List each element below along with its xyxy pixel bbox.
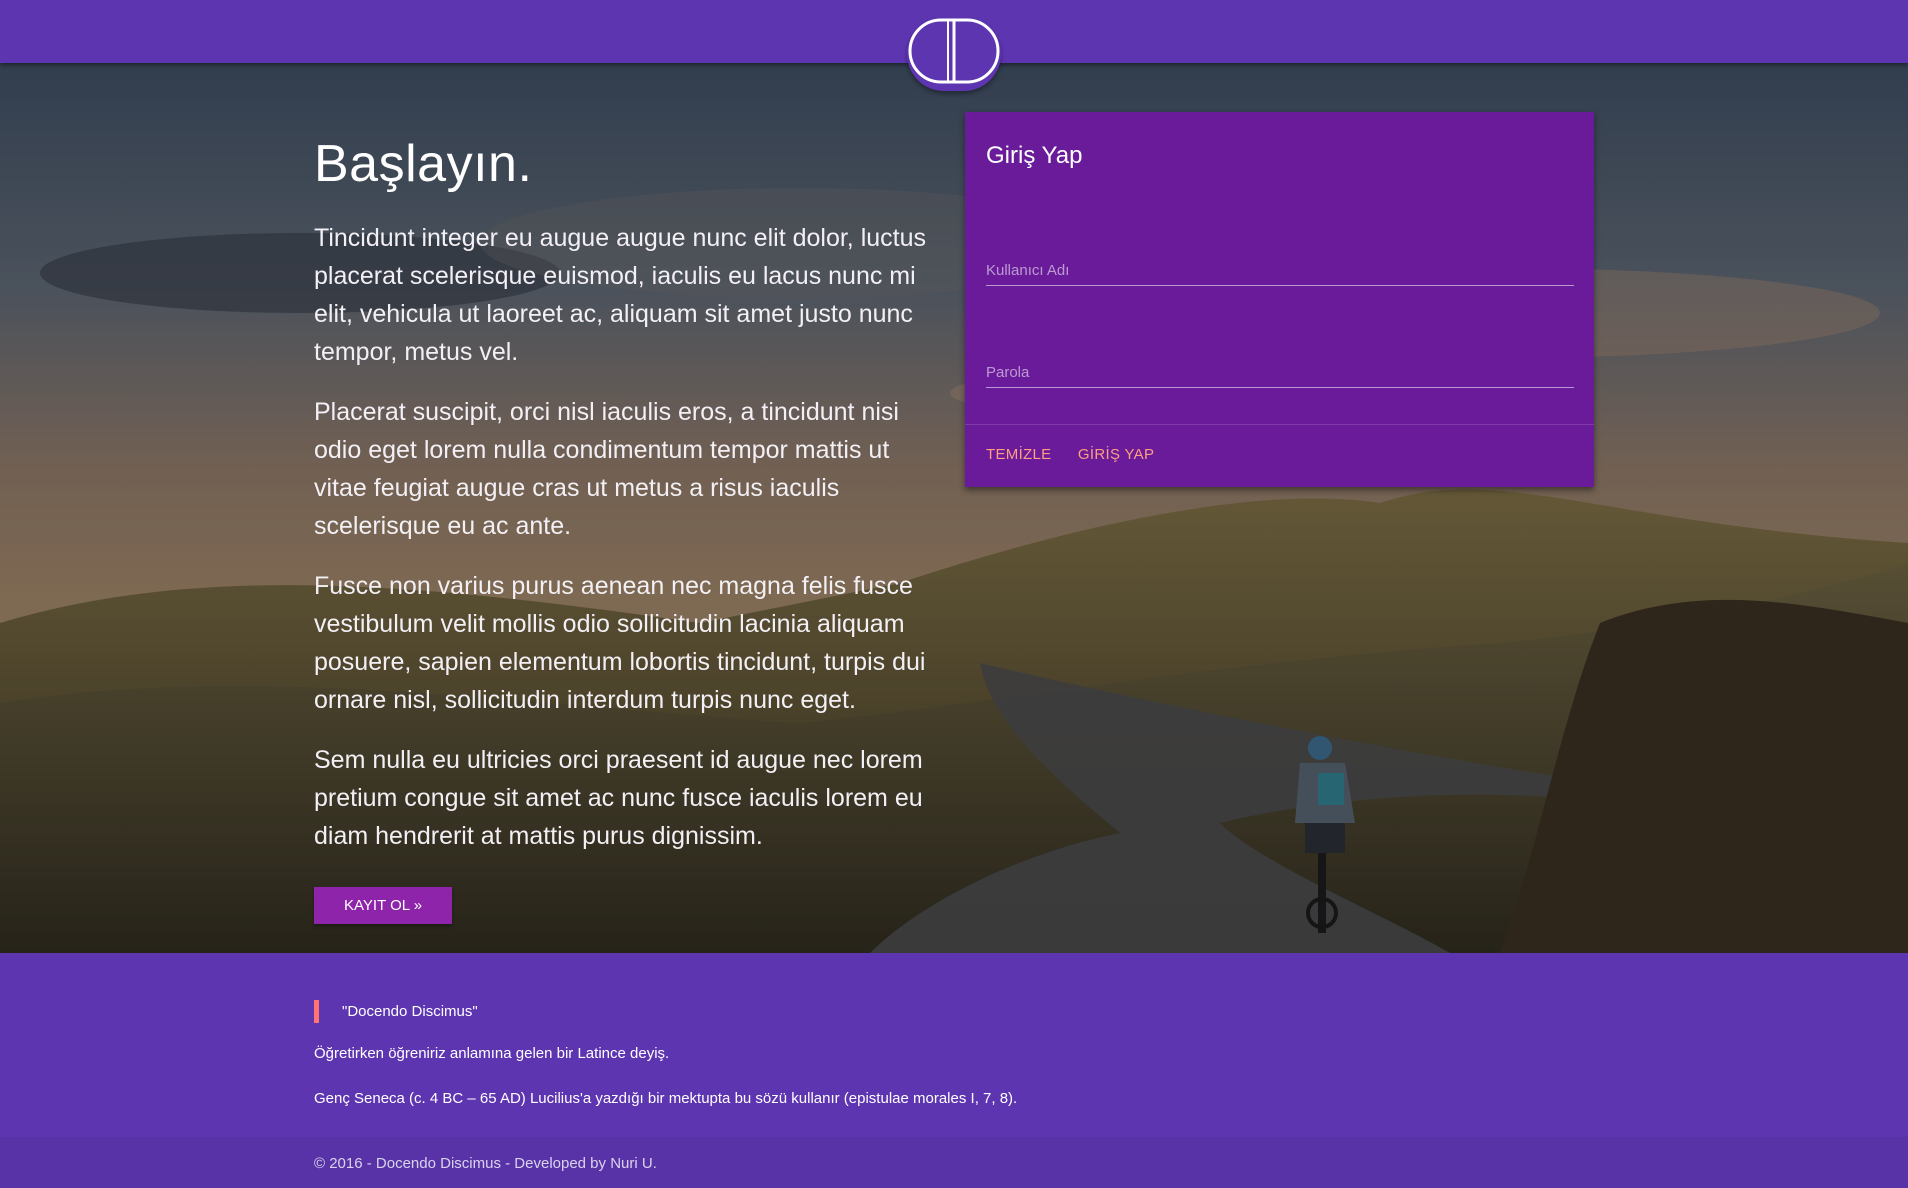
motto-source: Genç Seneca (c. 4 BC – 65 AD) Lucilius'a… [314,1090,1018,1107]
password-field-wrap [986,357,1574,388]
login-submit-button[interactable]: GİRİŞ YAP [1078,446,1154,463]
password-input[interactable] [986,357,1574,388]
intro-column: Başlayın. Tincidunt integer eu augue aug… [314,133,934,924]
brand-logo[interactable] [907,17,1001,91]
brand-logo-icon [908,18,1000,84]
page-title: Başlayın. [314,135,533,193]
login-card-title: Giriş Yap [986,142,1083,169]
footer-section: "Docendo Discimus" Öğretirken öğreniriz … [314,1000,1614,1110]
login-card: Giriş Yap TEMİZLE GİRİŞ YAP [965,112,1594,487]
username-field-wrap [986,255,1574,286]
intro-paragraph: Sem nulla eu ultricies orci praesent id … [314,746,923,850]
intro-paragraph: Fusce non varius purus aenean nec magna … [314,572,926,714]
card-actions: TEMİZLE GİRİŞ YAP [986,446,1176,464]
register-button[interactable]: KAYIT OL » [314,887,453,924]
hero-overlay [0,63,1908,953]
bottom-bar: © 2016 - Docendo Discimus - Developed by… [0,1137,1908,1188]
card-divider [965,424,1594,425]
username-input[interactable] [986,255,1574,286]
intro-paragraph: Tincidunt integer eu augue augue nunc el… [314,224,926,366]
clear-button[interactable]: TEMİZLE [986,446,1051,463]
hero-section: Başlayın. Tincidunt integer eu augue aug… [0,63,1908,953]
motto-meaning: Öğretirken öğreniriz anlamına gelen bir … [314,1045,670,1062]
motto-quote: "Docendo Discimus" [314,1000,1614,1023]
intro-paragraph: Placerat suscipit, orci nisl iaculis ero… [314,398,899,540]
copyright-text: © 2016 - Docendo Discimus - Developed by… [314,1155,657,1172]
